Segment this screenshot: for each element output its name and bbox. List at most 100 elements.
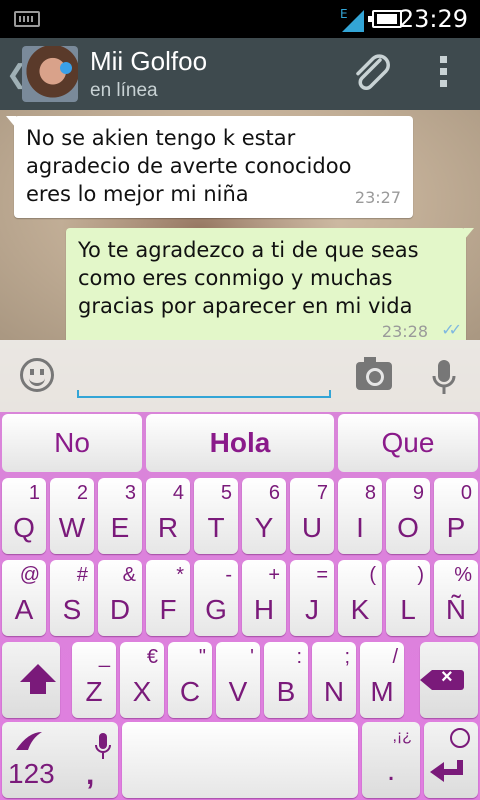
key-y[interactable]: 6Y: [242, 478, 286, 554]
key-sub-label: *: [176, 564, 184, 586]
key-o[interactable]: 9O: [386, 478, 430, 554]
space-key[interactable]: [122, 722, 358, 798]
double-check-icon: ✓✓: [441, 320, 462, 339]
key-sub-label: 8: [364, 482, 376, 504]
key-x[interactable]: € X: [120, 642, 164, 718]
battery-icon: [368, 10, 402, 28]
key-w[interactable]: 2W: [50, 478, 94, 554]
key-microphone-icon: [95, 733, 111, 759]
numbers-label: 123: [8, 758, 55, 789]
key-s[interactable]: # S: [50, 560, 94, 636]
message-outgoing[interactable]: Yo te agradezco a ti de que seas como er…: [66, 228, 474, 340]
key-n[interactable]: ; N: [312, 642, 356, 718]
key-f[interactable]: * F: [146, 560, 190, 636]
camera-icon[interactable]: [356, 357, 392, 390]
key-t[interactable]: 5T: [194, 478, 238, 554]
paperclip-icon[interactable]: [350, 52, 394, 96]
numbers-key[interactable]: 123 ,: [2, 722, 118, 798]
key-label: V: [228, 676, 248, 707]
suggestion-left[interactable]: No: [2, 414, 142, 472]
message-line: eres lo mejor mi niña: [26, 182, 249, 206]
key-r[interactable]: 4R: [146, 478, 190, 554]
key-sub-label: ': [250, 646, 254, 668]
backspace-key[interactable]: [420, 642, 478, 718]
key-sub-label: :: [296, 646, 302, 668]
key-d[interactable]: & D: [98, 560, 142, 636]
enter-icon: [430, 760, 463, 782]
enter-key[interactable]: [424, 722, 478, 798]
message-input[interactable]: [77, 352, 331, 398]
compose-bar: [0, 340, 480, 412]
key-b[interactable]: :B: [264, 642, 308, 718]
key-label: E: [110, 512, 130, 543]
key-u[interactable]: 7U: [290, 478, 334, 554]
key-sub-label: (: [369, 564, 376, 586]
contact-name[interactable]: Mii Golfoo: [90, 46, 207, 77]
key-label: L: [400, 594, 416, 625]
key-label: B: [276, 676, 296, 707]
overflow-menu-icon[interactable]: [436, 56, 450, 94]
key-label: D: [109, 594, 131, 625]
microphone-icon[interactable]: [430, 358, 458, 396]
key-sub-label: 9: [412, 482, 424, 504]
keyboard: No Hola Que 1Q2W3E4R5T6Y7U8I9O0P @ A # S & D *…: [0, 412, 480, 800]
message-line: agradecio de averte conocidoo: [26, 154, 352, 178]
key-sub-label: 6: [268, 482, 280, 504]
key-sub-label: 0: [460, 482, 472, 504]
message-incoming[interactable]: No se akien tengo k estar agradecio de a…: [6, 116, 413, 218]
period-key[interactable]: ,¡¿ .: [362, 722, 420, 798]
key-m[interactable]: / M: [360, 642, 404, 718]
key-ñ[interactable]: % Ñ: [434, 560, 478, 636]
clock: 23:29: [398, 5, 468, 33]
key-label: M: [370, 676, 394, 707]
key-label: N: [323, 676, 345, 707]
suggestion-center[interactable]: Hola: [146, 414, 334, 472]
key-sub-label: -: [225, 564, 232, 586]
key-p[interactable]: 0P: [434, 478, 478, 554]
key-sub-label: /: [392, 646, 398, 668]
avatar[interactable]: [22, 46, 78, 102]
key-k[interactable]: (K: [338, 560, 382, 636]
key-q[interactable]: 1Q: [2, 478, 46, 554]
key-h[interactable]: + H: [242, 560, 286, 636]
key-label: T: [207, 512, 225, 543]
suggestion-right[interactable]: Que: [338, 414, 478, 472]
key-label: Ñ: [445, 594, 467, 625]
key-sub-label: 1: [28, 482, 40, 504]
key-label: P: [446, 512, 466, 543]
key-label: C: [179, 676, 201, 707]
key-label: A: [14, 594, 34, 625]
key-j[interactable]: = J: [290, 560, 334, 636]
key-a[interactable]: @ A: [2, 560, 46, 636]
message-time: 23:28: [381, 322, 428, 340]
key-sub-label: ): [417, 564, 424, 586]
chat-area[interactable]: No se akien tengo k estar agradecio de a…: [0, 110, 480, 340]
message-line: gracias por aparecer en mi vida: [78, 294, 413, 318]
emoji-icon[interactable]: [20, 358, 54, 392]
key-i[interactable]: 8I: [338, 478, 382, 554]
key-c[interactable]: " C: [168, 642, 212, 718]
key-sub-label: 5: [220, 482, 232, 504]
message-line: Yo te agradezco a ti de que seas: [78, 238, 419, 262]
key-sub-label: %: [454, 564, 472, 586]
network-type-label: E: [340, 7, 348, 21]
key-sub-label: _: [98, 646, 110, 668]
key-v[interactable]: ' V: [216, 642, 260, 718]
shift-key[interactable]: [2, 642, 60, 718]
key-label: S: [62, 594, 82, 625]
key-label: K: [350, 594, 370, 625]
key-g[interactable]: -G: [194, 560, 238, 636]
key-label: Z: [85, 676, 103, 707]
key-e[interactable]: 3E: [98, 478, 142, 554]
key-sub-label: =: [316, 564, 328, 586]
key-z[interactable]: _ Z: [72, 642, 116, 718]
key-sub-label: 3: [124, 482, 136, 504]
key-l[interactable]: ) L: [386, 560, 430, 636]
key-sub-label: €: [146, 646, 158, 668]
key-label: F: [159, 594, 177, 625]
key-sub-label: #: [76, 564, 88, 586]
key-sub-label: ;: [344, 646, 350, 668]
key-label: Q: [13, 512, 35, 543]
key-sub-label: 7: [316, 482, 328, 504]
message-time: 23:27: [354, 188, 401, 207]
